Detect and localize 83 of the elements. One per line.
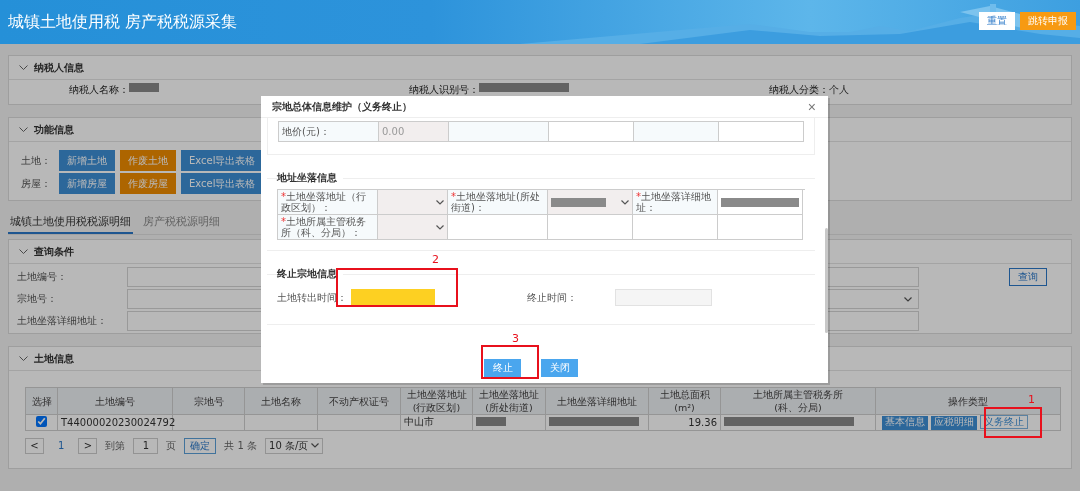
field-value: 个人 — [829, 83, 849, 97]
action-button[interactable]: 作废房屋 — [120, 173, 176, 194]
column-header: 选择 — [25, 387, 58, 415]
panel-title: 查询条件 — [34, 244, 74, 259]
row-label: 房屋： — [20, 176, 51, 191]
page-title: 城镇土地使用税 房产税税源采集 — [8, 11, 238, 33]
column-header: 土地编号 — [57, 387, 173, 415]
page-link[interactable]: 1 — [52, 440, 71, 451]
step-number: 1 — [1028, 393, 1035, 406]
row-checkbox[interactable] — [36, 415, 47, 427]
page-size-select[interactable]: 10 条/页 — [265, 437, 324, 454]
page-input[interactable]: 1 — [133, 437, 159, 454]
panel-title: 纳税人信息 — [34, 60, 84, 75]
row-label: 土地： — [20, 153, 51, 168]
tab[interactable]: 房产税税源明细 — [141, 210, 222, 234]
select-field[interactable] — [378, 215, 448, 240]
select-field[interactable] — [548, 190, 633, 215]
step-number: 3 — [512, 332, 519, 345]
field-label: 终止时间： — [527, 290, 578, 305]
close-button[interactable]: × — [807, 99, 816, 114]
chevron-down-icon — [19, 126, 28, 133]
page-unit: 页 — [166, 438, 177, 453]
column-header: 土地总面积(m²) — [648, 387, 721, 415]
submit-button[interactable]: 跳转申报 — [1020, 12, 1076, 30]
field-label: 地价(元)： — [279, 122, 379, 142]
scrollbar-thumb[interactable] — [825, 228, 828, 333]
panel-title: 功能信息 — [34, 122, 74, 137]
chevron-down-icon — [19, 248, 28, 255]
field-label: 土地转出时间： — [277, 290, 348, 305]
field-label: 土地坐落详细地址： — [17, 314, 108, 328]
action-button[interactable]: 新增房屋 — [59, 173, 115, 194]
caret-icon — [436, 199, 444, 205]
caret-icon — [436, 224, 444, 230]
previous-page-button[interactable]: < — [25, 437, 44, 454]
chevron-down-icon — [19, 64, 28, 71]
action-button[interactable]: 新增土地 — [59, 150, 115, 171]
field-label: *土地所属主管税务所（科、分局）： — [278, 215, 378, 240]
table-cell: T44000020230024792 — [61, 416, 176, 428]
field-label: 纳税人识别号： — [408, 83, 479, 97]
caret-icon — [311, 443, 320, 448]
action-button[interactable]: 作废土地 — [120, 150, 176, 171]
field-label: 纳税人分类： — [768, 83, 829, 97]
field-label: 纳税人名称： — [68, 83, 129, 97]
column-header: 土地坐落地址 (所处街道) — [472, 387, 546, 415]
field-label: *土地坐落地址（行政区划）： — [278, 190, 378, 215]
query-button[interactable]: 查询 — [1009, 268, 1047, 286]
step-number: 2 — [432, 253, 439, 266]
caret-icon — [621, 199, 629, 205]
highlight-frame — [481, 345, 539, 379]
section-title: 终止宗地信息 — [277, 267, 338, 281]
redacted-text — [476, 416, 506, 426]
column-header: 土地坐落详细地址 — [545, 387, 649, 415]
highlight-frame — [984, 407, 1042, 438]
end-button[interactable]: 终止 — [484, 359, 521, 377]
row-action-button[interactable]: 基本信息 — [882, 415, 928, 430]
action-button[interactable]: Excel导出表格 — [181, 150, 264, 171]
goto-label: 到第 — [105, 438, 126, 453]
close-dialog-button[interactable]: 关闭 — [541, 359, 578, 377]
field-label: 宗地号： — [17, 292, 58, 306]
dialog-title: 宗地总体信息维护（义务终止） — [272, 99, 412, 114]
caret-icon — [904, 296, 912, 302]
column-header: 不动产权证号 — [317, 387, 401, 415]
table-cell: 中山市 — [404, 416, 434, 428]
tab[interactable]: 城镇土地使用税税源明细 — [8, 210, 133, 234]
column-header: 土地名称 — [244, 387, 318, 415]
input-field[interactable] — [718, 190, 803, 215]
field-label: 土地编号： — [17, 270, 68, 284]
chevron-down-icon — [19, 355, 28, 362]
action-button[interactable]: Excel导出表格 — [181, 173, 264, 194]
next-page-button[interactable]: > — [78, 437, 98, 454]
total-count: 共 1 条 — [224, 438, 258, 453]
panel-title: 土地信息 — [34, 351, 74, 366]
field-label: *土地坐落地址(所处街道)： — [448, 190, 548, 215]
field-label: *土地坐落详细地址： — [633, 190, 718, 215]
reset-button[interactable]: 重置 — [979, 12, 1015, 30]
section-title: 地址坐落信息 — [277, 171, 338, 185]
column-header: 宗地号 — [172, 387, 245, 415]
confirm-button[interactable]: 确定 — [184, 437, 217, 454]
column-header: 土地所属主管税务所 (科、分局) — [720, 387, 876, 415]
select-field[interactable] — [378, 190, 448, 215]
column-header: 土地坐落地址 (行政区划) — [400, 387, 473, 415]
table-cell: 19.36 — [688, 416, 717, 428]
row-action-button[interactable]: 应税明细 — [931, 415, 977, 430]
